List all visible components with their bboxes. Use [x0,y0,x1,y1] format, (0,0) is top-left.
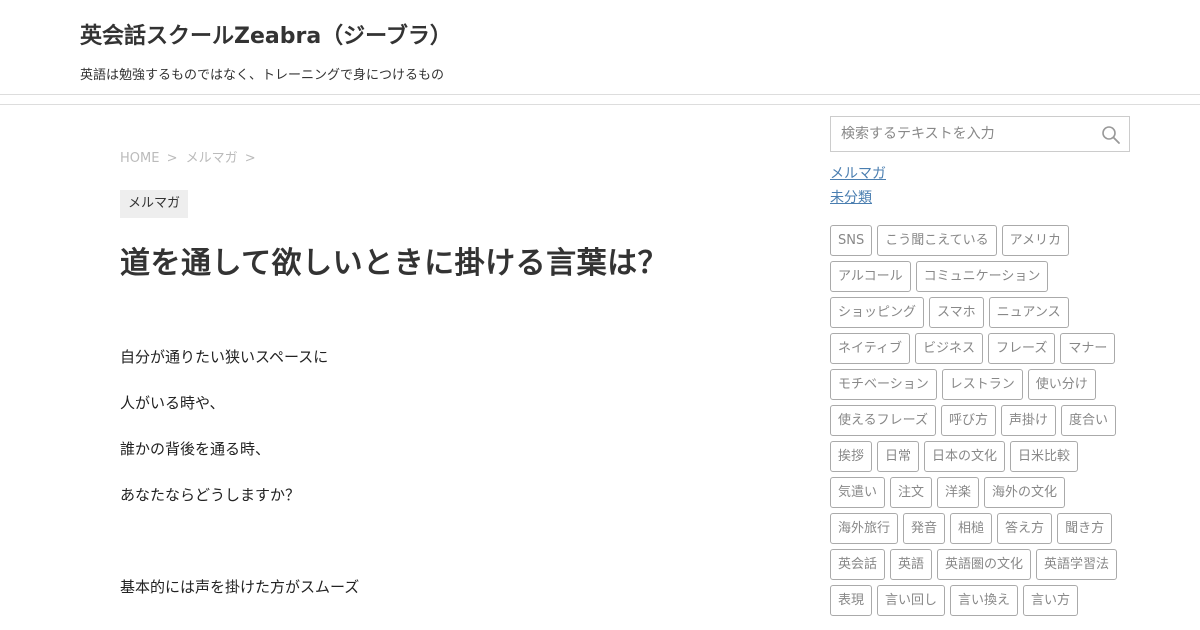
tag-row: ネイティブ ビジネス フレーズ マナー [830,333,1130,369]
tag-row: ショッピング スマホ ニュアンス [830,297,1130,333]
breadcrumb-home-link[interactable]: HOME [120,151,159,166]
post-paragraph: あなたならどうしますか？ [120,486,301,504]
tag-row: 表現 言い回し 言い換え 言い方 [830,585,1130,621]
tag-link[interactable]: 英語学習法 [1036,549,1118,580]
tag-link[interactable]: 声掛け [1000,405,1056,436]
tag-link[interactable]: 相槌 [950,513,993,544]
tag-link[interactable]: ビジネス [914,333,983,364]
tag-link[interactable]: 表現 [830,585,873,616]
tag-link[interactable]: 言い換え [950,585,1019,616]
post-paragraph: 誰かの背後を通る時、 [120,440,271,458]
search-input[interactable] [831,117,1101,151]
header-divider [0,104,1200,105]
tag-link[interactable]: ニュアンス [988,297,1069,328]
tag-row: アルコール コミュニケーション [830,261,1130,297]
post-paragraph-spacer [120,530,760,576]
tag-link[interactable]: 英語圏の文化 [937,549,1032,580]
tag-link[interactable]: 注文 [890,477,933,508]
category-link-uncategorized[interactable]: 未分類 [830,188,886,208]
tag-link[interactable]: 海外の文化 [984,477,1066,508]
site-title-link[interactable]: 英会話スクールZeabra（ジーブラ） [80,18,452,50]
search-icon[interactable] [1101,125,1121,145]
tag-link[interactable]: ネイティブ [830,333,910,364]
tag-link[interactable]: 聞き方 [1057,513,1113,544]
tag-link[interactable]: 呼び方 [940,405,996,436]
site-description: 英語は勉強するものではなく、トレーニングで身につけるもの [80,68,445,83]
category-list: メルマガ 未分類 [830,164,886,212]
tag-link[interactable]: 洋楽 [937,477,980,508]
site-header: 英会話スクールZeabra（ジーブラ） 英語は勉強するものではなく、トレーニング… [0,0,1200,95]
tag-link[interactable]: 使い分け [1027,369,1096,400]
post-body: 自分が通りたい狭いスペースに 人がいる時や、 誰かの背後を通る時、 あなたならど… [120,346,760,622]
tag-link[interactable]: 答え方 [997,513,1053,544]
tag-link[interactable]: 英会話 [830,549,886,580]
breadcrumb-separator: > [244,151,256,166]
tag-link[interactable]: マナー [1060,333,1116,364]
tag-link[interactable]: 挨拶 [830,441,873,472]
search-form [830,116,1130,152]
tag-link[interactable]: 英語 [890,549,933,580]
breadcrumb-category-link[interactable]: メルマガ [186,151,238,166]
post-title: 道を通して欲しいときに掛ける言葉は？ [120,246,669,281]
tag-link[interactable]: コミュニケーション [915,261,1049,292]
post-paragraph: 基本的には声を掛けた方がスムーズ [120,578,360,596]
tag-cloud: SNS こう聞こえている アメリカ アルコール コミュニケーション ショッピング スマホ ニュ… [830,225,1130,630]
tag-link[interactable]: 日常 [877,441,920,472]
tag-link[interactable]: ショッピング [830,297,925,328]
tag-link[interactable]: 気遣い [830,477,886,508]
tag-row: 使えるフレーズ 呼び方 声掛け 度合い [830,405,1130,441]
tag-link[interactable]: こう聞こえている [877,225,997,256]
tag-link[interactable]: 言い方 [1023,585,1079,616]
tag-link[interactable]: アメリカ [1001,225,1069,256]
category-link-merumaga[interactable]: メルマガ [830,164,886,184]
tag-link[interactable]: アルコール [830,261,911,292]
tag-link[interactable]: 海外旅行 [830,513,899,544]
tag-row: 気遣い 注文 洋楽 海外の文化 [830,477,1130,513]
tag-link[interactable]: モチベーション [830,369,937,400]
breadcrumb: HOME > メルマガ > [120,147,260,166]
tag-row: 挨拶 日常 日本の文化 日米比較 [830,441,1130,477]
tag-link[interactable]: SNS [830,225,873,256]
breadcrumb-separator: > [166,151,178,166]
tag-link[interactable]: スマホ [929,297,984,328]
tag-link[interactable]: レストラン [941,369,1023,400]
post-paragraph: 自分が通りたい狭いスペースに [120,348,329,366]
tag-link[interactable]: 日本の文化 [924,441,1006,472]
tag-row: モチベーション レストラン 使い分け [830,369,1130,405]
tag-link[interactable]: 使えるフレーズ [830,405,936,436]
tag-link[interactable]: 日米比較 [1010,441,1079,472]
tag-link[interactable]: 発音 [903,513,946,544]
post-category-label[interactable]: メルマガ [120,190,189,218]
tag-row: 英会話 英語 英語圏の文化 英語学習法 [830,549,1130,585]
tag-row: 海外旅行 発音 相槌 答え方 聞き方 [830,513,1130,549]
tag-link[interactable]: 言い回し [877,585,946,616]
tag-link[interactable]: 度合い [1061,405,1117,436]
tag-link[interactable]: フレーズ [987,333,1056,364]
post-paragraph: 人がいる時や、 [120,394,225,412]
tag-row: SNS こう聞こえている アメリカ [830,225,1130,261]
